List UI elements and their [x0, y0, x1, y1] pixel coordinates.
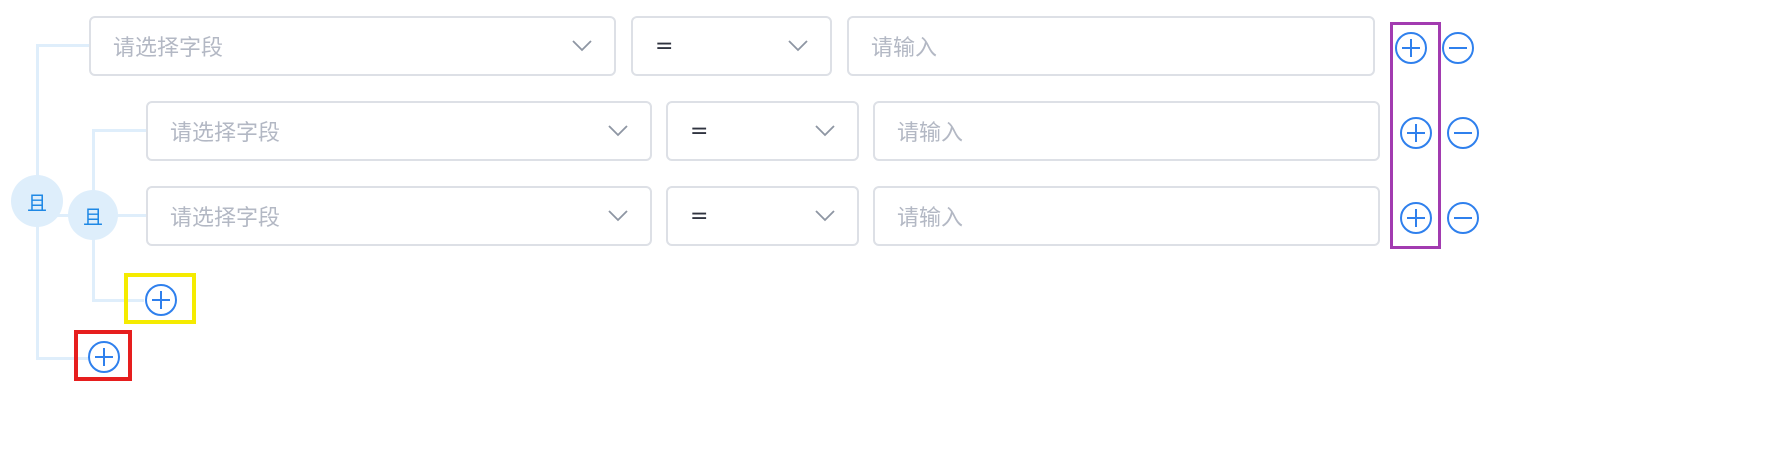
operator-select-value: = — [655, 33, 674, 59]
remove-condition-button-row3[interactable] — [1446, 201, 1480, 235]
field-select-placeholder: 请选择字段 — [170, 206, 281, 231]
field-select-placeholder: 请选择字段 — [113, 36, 224, 61]
operator-select-row3[interactable]: = — [666, 186, 859, 246]
value-input-row1[interactable]: 请输入 — [847, 16, 1375, 76]
value-input-placeholder: 请输入 — [897, 121, 964, 146]
value-input-placeholder: 请输入 — [871, 36, 938, 61]
operator-select-row2[interactable]: = — [666, 101, 859, 161]
value-input-row2[interactable]: 请输入 — [873, 101, 1380, 161]
value-input-row3[interactable]: 请输入 — [873, 186, 1380, 246]
chevron-down-icon — [788, 40, 808, 52]
outer-group-operator-toggle[interactable]: 且 — [11, 175, 63, 227]
field-select-row1[interactable]: 请选择字段 — [89, 16, 616, 76]
outer-tree-branch-row1 — [36, 44, 90, 47]
remove-condition-button-row1[interactable] — [1441, 31, 1475, 65]
chevron-down-icon — [815, 125, 835, 137]
field-select-row3[interactable]: 请选择字段 — [146, 186, 652, 246]
operator-select-value: = — [690, 203, 709, 229]
outer-add-button-highlight — [74, 330, 132, 381]
remove-condition-button-row2[interactable] — [1446, 116, 1480, 150]
circle-minus-icon — [1442, 32, 1474, 64]
operator-select-row1[interactable]: = — [631, 16, 832, 76]
field-select-placeholder: 请选择字段 — [170, 121, 281, 146]
inner-tree-branch-row2 — [92, 129, 148, 132]
chevron-down-icon — [608, 125, 628, 137]
operator-select-value: = — [690, 118, 709, 144]
chevron-down-icon — [572, 40, 592, 52]
circle-minus-icon — [1447, 202, 1479, 234]
row-add-buttons-highlight — [1390, 22, 1441, 249]
inner-add-button-highlight — [124, 273, 196, 324]
chevron-down-icon — [608, 210, 628, 222]
circle-minus-icon — [1447, 117, 1479, 149]
chevron-down-icon — [815, 210, 835, 222]
value-input-placeholder: 请输入 — [897, 206, 964, 231]
inner-group-operator-toggle[interactable]: 且 — [68, 190, 118, 240]
field-select-row2[interactable]: 请选择字段 — [146, 101, 652, 161]
